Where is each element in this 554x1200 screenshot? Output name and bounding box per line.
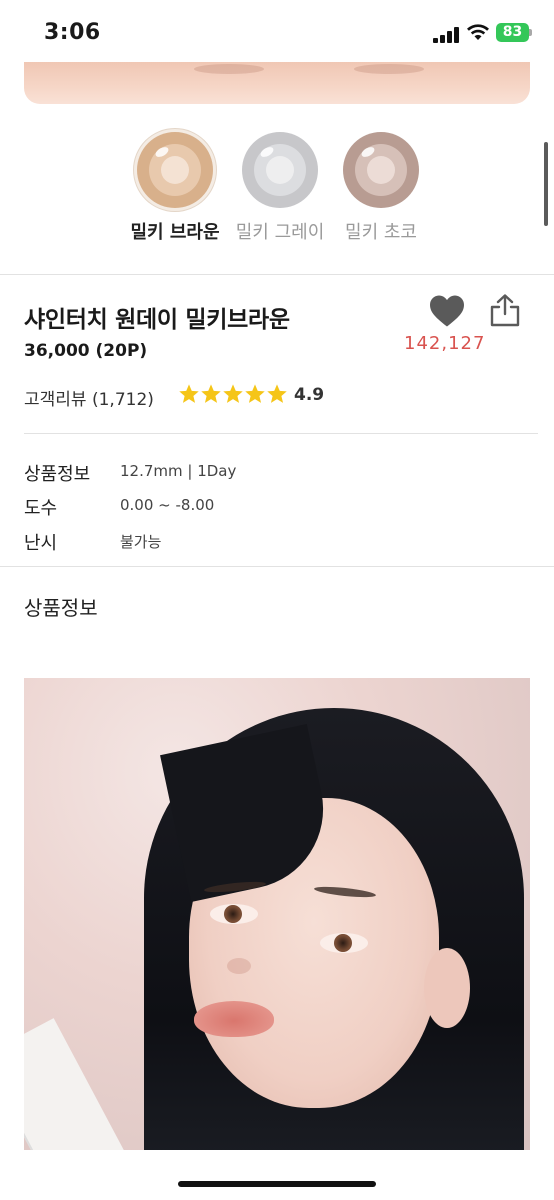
color-option-label: 밀키 그레이 xyxy=(235,222,325,243)
lens-swatch-choco xyxy=(343,132,419,208)
status-bar: 3:06 83 xyxy=(0,0,554,62)
lens-swatch-gray xyxy=(242,132,318,208)
color-option-milky-choco[interactable]: 밀키 초코 xyxy=(331,132,431,244)
info-value: 0.00 ~ -8.00 xyxy=(120,496,215,514)
rating-stars xyxy=(178,383,288,409)
lens-model-photo-top xyxy=(24,62,530,104)
status-time: 3:06 xyxy=(44,20,101,45)
info-label: 도수 xyxy=(24,498,58,519)
color-option-milky-gray[interactable]: 밀키 그레이 xyxy=(230,132,330,244)
star-icon xyxy=(201,384,221,403)
cellular-signal-icon xyxy=(433,27,459,43)
info-label: 상품정보 xyxy=(24,464,91,485)
color-option-milky-brown[interactable]: 밀키 브라운 xyxy=(125,132,225,244)
divider xyxy=(0,566,554,567)
star-icon xyxy=(179,384,199,403)
star-icon xyxy=(223,384,243,403)
section-title: 상품정보 xyxy=(24,596,98,620)
color-option-label: 밀키 브라운 xyxy=(130,222,220,243)
product-detail-photo xyxy=(24,678,530,1150)
wifi-icon xyxy=(467,24,489,40)
info-value: 12.7mm | 1Day xyxy=(120,462,237,480)
customer-review-link[interactable]: 고객리뷰 (1,712) xyxy=(24,385,154,410)
scrollbar[interactable] xyxy=(544,142,548,226)
battery-tip xyxy=(529,29,532,36)
divider xyxy=(0,274,554,275)
info-value: 불가능 xyxy=(120,533,162,551)
star-icon xyxy=(245,384,265,403)
divider xyxy=(24,433,538,434)
home-indicator[interactable] xyxy=(178,1181,376,1187)
star-icon xyxy=(267,384,287,403)
battery-indicator: 83 xyxy=(496,23,529,42)
info-label: 난시 xyxy=(24,533,58,554)
rating-score: 4.9 xyxy=(294,385,325,405)
product-title: 샤인터치 원데이 밀키브라운 xyxy=(24,307,290,333)
product-price: 36,000 (20P) xyxy=(24,341,148,361)
lens-swatch-brown xyxy=(137,132,213,208)
color-option-label: 밀키 초코 xyxy=(345,222,417,243)
share-icon[interactable] xyxy=(487,292,523,328)
like-count: 142,127 xyxy=(404,333,486,354)
heart-icon[interactable] xyxy=(428,294,466,328)
